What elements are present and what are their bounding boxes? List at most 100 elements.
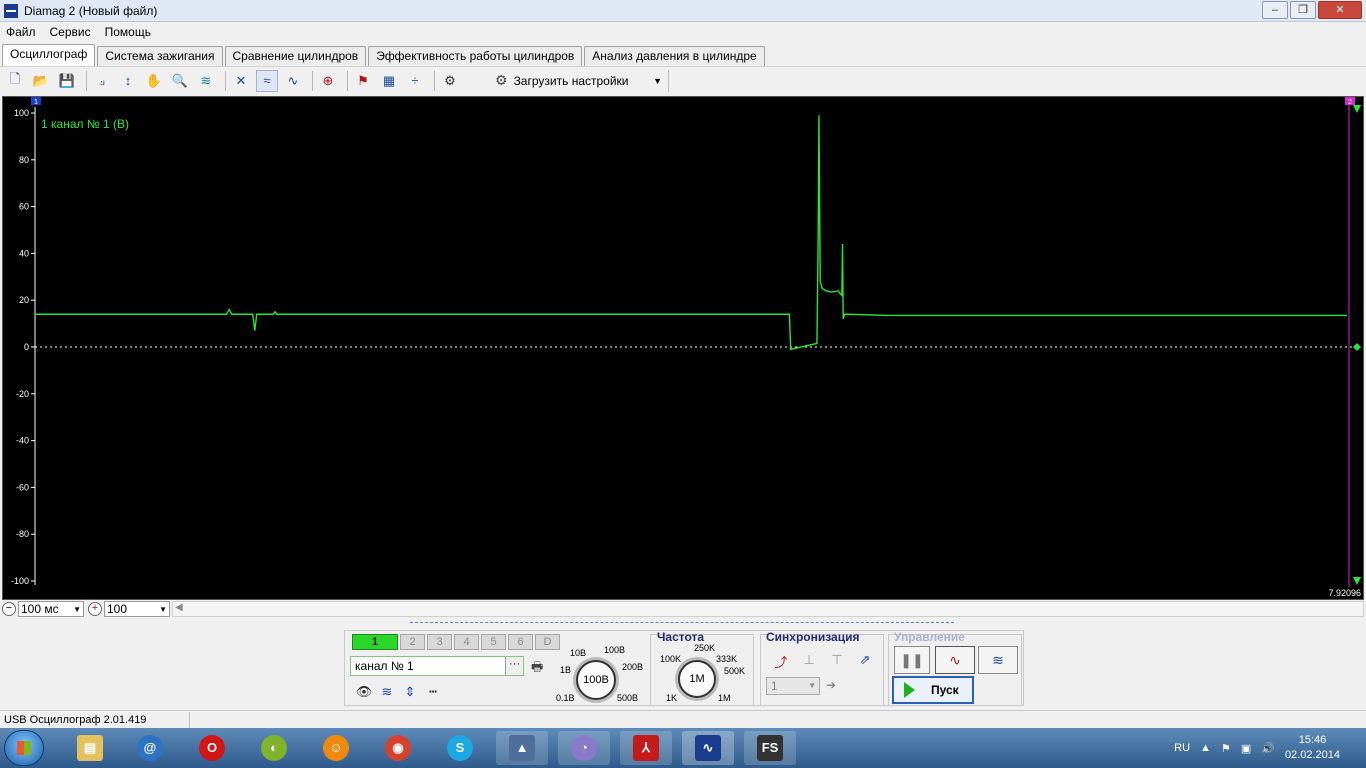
channel-button-4[interactable]: 4 [454,634,479,650]
menu-file[interactable]: Файл [6,25,36,39]
tab-oscilloscope[interactable]: Осциллограф [2,44,96,66]
channel-button-6[interactable]: 6 [508,634,533,650]
y-tick-label: 0 [24,342,29,352]
grid-icon[interactable]: ▦ [378,70,400,92]
frequency-label-250k: 250K [694,643,716,653]
media-taskbar-icon[interactable]: ◔ [558,731,610,765]
status-text: USB Осциллограф 2.01.419 [0,711,190,728]
restore-button[interactable]: ❐ [1290,1,1316,19]
frequency-label-333k: 333K [716,654,738,664]
oscilloscope-screen[interactable]: 100 80 60 40 20 0 -20 -40 -60 -80 -100 1 2 1 канал №… [2,96,1364,600]
window-controls: ‒ ❐ ✕ [1260,1,1362,19]
mail-taskbar-icon[interactable]: @ [124,731,176,765]
y-tick-label: 40 [19,248,29,258]
save-icon[interactable]: 💾 [56,70,78,92]
sync-up-icon[interactable]: ⊥ [798,652,820,672]
time-readout: 7.92096 [1328,588,1361,598]
explorer-taskbar-icon[interactable]: ▤ [64,731,116,765]
close-button[interactable]: ✕ [1318,1,1362,19]
voltage-knob[interactable]: 100В [576,660,616,700]
diamag-taskbar-icon[interactable]: ∿ [682,731,734,765]
menu-help[interactable]: Помощь [105,25,151,39]
menu-service[interactable]: Сервис [50,25,91,39]
open-folder-icon[interactable]: 📂 [30,70,52,92]
dashed-line-icon[interactable]: ┅ [423,682,443,702]
tab-pressure-analysis[interactable]: Анализ давления в цилиндре [584,46,765,66]
time-scale-select[interactable]: 100 мс ▼ [18,601,84,617]
filter-icon[interactable]: ≋ [195,70,217,92]
load-settings-dropdown[interactable]: ⚙ Загрузить настройки ▼ [489,69,669,92]
vertical-shift-icon[interactable]: ⇕ [400,682,420,702]
chrome-taskbar-icon[interactable]: ◉ [372,731,424,765]
waves-icon[interactable]: ≈ [256,69,278,92]
overlay-icon[interactable]: ✕ [230,70,252,92]
eye-icon[interactable]: 👁 [354,682,374,702]
clock[interactable]: 15:46 02.02.2014 [1285,733,1340,763]
opera-taskbar-icon[interactable]: O [186,731,238,765]
sync-cursor-icon[interactable]: ⇗ [854,652,876,672]
new-file-icon[interactable]: 🗋 [4,70,26,92]
odnoklassniki-taskbar-icon[interactable]: ☺ [310,731,362,765]
voltage-label-10v: 10В [570,648,587,658]
usb-device-icon[interactable]: 🖶 [531,658,543,680]
pause-button[interactable]: ❚❚ [894,646,930,674]
auto-level-icon[interactable]: ⊕ [317,70,339,92]
cursor-icon[interactable]: ⟓ [91,70,113,92]
tray-expand-icon[interactable]: ▲ [1200,742,1211,754]
flag-icon[interactable]: ⚑ [1221,742,1231,755]
voltage-knob-group: 10В 100В 1В 200В 0.1В 500В 100В [556,636,652,706]
channel-button-3[interactable]: 3 [427,634,452,650]
sync-mode-icons: ⤴ ⊥ ⊤ ⇗ [770,652,882,672]
tab-cylinder-efficiency[interactable]: Эффективность работы цилиндров [368,46,583,66]
fs-taskbar-icon[interactable]: FS [744,731,796,765]
auto-settings-icon[interactable]: ⚙ [439,70,461,92]
minimize-button[interactable]: ‒ [1262,1,1288,19]
toolbar-separator [347,70,348,91]
clock-time: 15:46 [1298,734,1327,746]
more-options-button[interactable]: ··· [505,657,523,675]
channel-button-1[interactable]: 1 [352,634,398,650]
spectrum-icon[interactable]: ∿ [282,70,304,92]
toolbar-separator [225,70,226,91]
channel-filter-icon[interactable]: ⚑ [352,70,374,92]
measure-icon[interactable]: ↕ [117,70,139,92]
multi-wave-button[interactable]: ≋ [978,646,1018,674]
wave-filter-icon[interactable]: ≋ [377,682,397,702]
sync-channel-select[interactable]: 1 ▼ [766,677,820,695]
tab-ignition[interactable]: Система зажигания [97,46,223,66]
time-zoom-out-icon[interactable]: − [2,602,16,616]
language-indicator[interactable]: RU [1174,742,1190,754]
amp-scale-select[interactable]: 100 ▼ [104,601,170,617]
start-menu-button[interactable] [4,730,44,766]
split-icon[interactable]: ÷ [404,70,426,92]
start-button[interactable]: Пуск [892,676,974,704]
chevron-down-icon: ▼ [159,604,167,614]
scroll-left-icon[interactable]: ◀ [175,602,183,613]
network-icon[interactable]: ▣ [1241,742,1251,755]
sync-shift-icon[interactable]: ➔ [826,678,836,692]
tab-cylinder-compare[interactable]: Сравнение цилиндров [224,46,367,66]
channel-button-5[interactable]: 5 [481,634,506,650]
channel-buttons: 1 2 3 4 5 6 D [352,634,562,650]
horizontal-scrollbar[interactable]: ◀ [172,601,1364,617]
title-bar: Diamag 2 (Новый файл) ‒ ❐ ✕ [0,0,1366,22]
channel-name-input[interactable]: канал № 1 ··· [350,656,524,676]
sync-down-icon[interactable]: ⊤ [826,652,848,672]
status-bar: USB Осциллограф 2.01.419 [0,710,1366,728]
time-window-indicator[interactable] [410,622,954,626]
sync-rising-icon[interactable]: ⤴ [770,652,792,672]
voltage-label-01v: 0.1В [556,693,575,703]
voltage-label-200v: 200В [622,662,644,672]
sine-mode-button[interactable]: ∿ [935,646,975,674]
volume-icon[interactable]: 🔊 [1261,742,1275,755]
channel-button-2[interactable]: 2 [400,634,425,650]
skype-taskbar-icon[interactable]: S [434,731,486,765]
frequency-knob[interactable]: 1M [678,660,716,698]
zoom-icon[interactable]: 🔍 [169,70,191,92]
frequency-label-100k: 100K [660,654,682,664]
app-taskbar-icon[interactable]: ▲ [496,731,548,765]
pdf-taskbar-icon[interactable]: ⅄ [620,731,672,765]
browser-taskbar-icon[interactable]: ◐ [248,731,300,765]
amp-zoom-in-icon[interactable]: + [88,602,102,616]
hand-icon[interactable]: ✋ [143,70,165,92]
